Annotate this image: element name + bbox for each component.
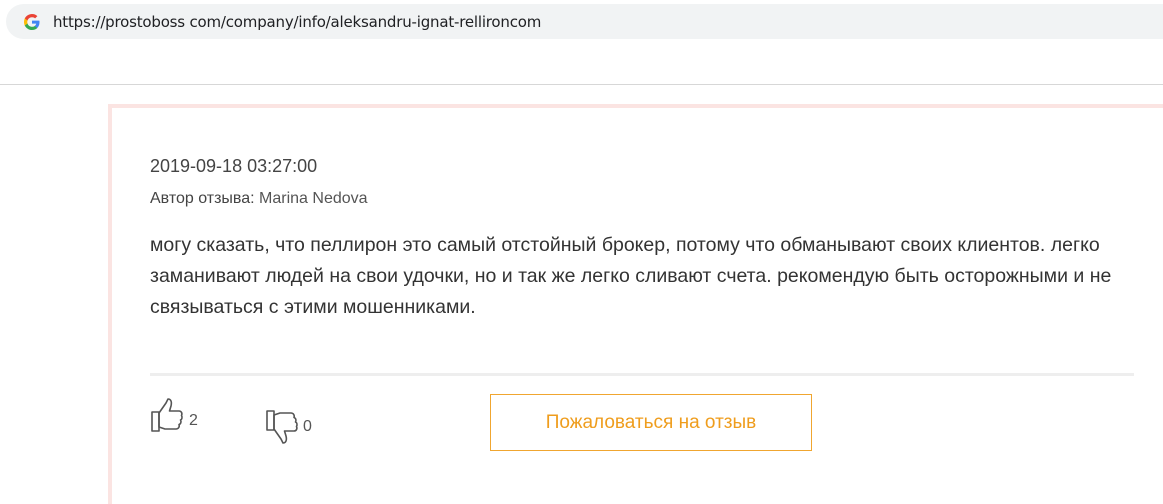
complain-button[interactable]: Пожаловаться на отзыв bbox=[490, 394, 812, 451]
dislike-count: 0 bbox=[303, 418, 312, 435]
review-author: Автор отзыва: Marina Nedova bbox=[150, 190, 368, 208]
url-text[interactable]: https://prostoboss com/company/info/alek… bbox=[53, 13, 541, 31]
page-header-divider bbox=[0, 84, 1163, 85]
google-g-icon bbox=[23, 13, 41, 31]
like-count: 2 bbox=[189, 412, 198, 429]
like-button[interactable]: 2 bbox=[150, 397, 198, 433]
author-label: Автор отзыва: bbox=[150, 190, 255, 207]
dislike-button[interactable]: 0 bbox=[265, 409, 312, 445]
thumbs-down-icon bbox=[265, 409, 299, 445]
address-bar[interactable]: https://prostoboss com/company/info/alek… bbox=[6, 4, 1163, 39]
review-date: 2019-09-18 03:27:00 bbox=[150, 156, 318, 176]
review-divider bbox=[150, 373, 1134, 376]
thumbs-up-icon bbox=[150, 397, 184, 433]
author-name: Marina Nedova bbox=[259, 190, 368, 207]
review-text: могу сказать, что пеллирон это самый отс… bbox=[150, 234, 1112, 318]
